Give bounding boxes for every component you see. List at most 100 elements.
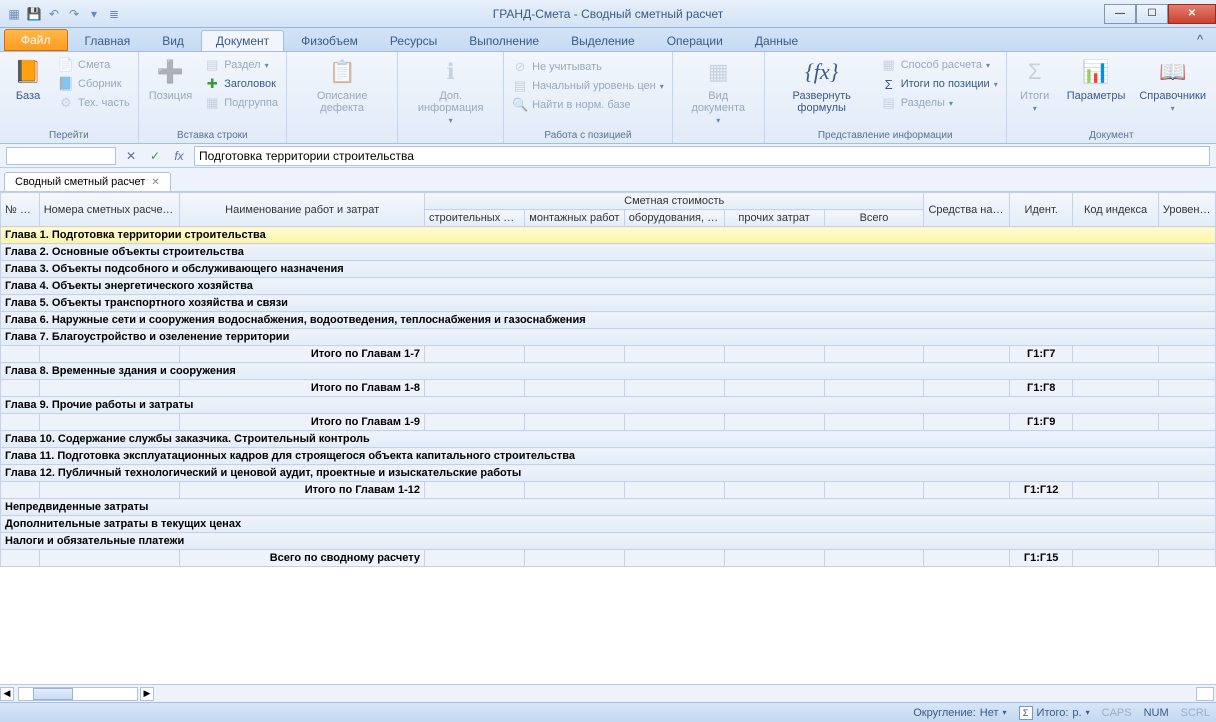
sheet-tabs: Сводный сметный расчет ✕ — [0, 168, 1216, 192]
book-open-icon: 📖 — [1157, 56, 1189, 88]
scroll-thumb[interactable] — [33, 688, 73, 700]
table-row[interactable]: Непредвиденные затраты — [1, 499, 1216, 516]
table-row[interactable]: Глава 7. Благоустройство и озеленение те… — [1, 329, 1216, 346]
col-num[interactable]: № п.п — [1, 193, 40, 227]
table-row[interactable]: Налоги и обязательные платежи — [1, 533, 1216, 550]
close-button[interactable]: ✕ — [1168, 4, 1216, 24]
subgroup-button[interactable]: ▦Подгруппа — [200, 94, 282, 112]
table-row[interactable]: Глава 5. Объекты транспортного хозяйства… — [1, 295, 1216, 312]
window-buttons: — ☐ ✕ — [1104, 4, 1216, 24]
params-button[interactable]: 📊Параметры — [1061, 54, 1132, 104]
status-rounding[interactable]: Округление: Нет ▾ — [913, 707, 1006, 719]
table-row[interactable]: Итого по Главам 1-12Г1:Г12 — [1, 482, 1216, 499]
sections-button[interactable]: ▤Разделы — [877, 94, 1002, 112]
col-ident[interactable]: Идент. — [1010, 193, 1073, 227]
formula-cancel-icon[interactable]: ✕ — [122, 149, 140, 163]
tab-2[interactable]: Документ — [201, 30, 284, 51]
extra-info-button[interactable]: ℹДоп. информация — [402, 54, 499, 127]
sbornik-button[interactable]: 📘Сборник — [54, 75, 134, 93]
section-button[interactable]: ▤Раздел — [200, 56, 282, 74]
itogi-pos-button[interactable]: ΣИтоги по позиции — [877, 75, 1002, 93]
doc-view-button[interactable]: ▦Вид документа — [677, 54, 760, 127]
tab-3[interactable]: Физобъем — [286, 30, 373, 51]
tab-1[interactable]: Вид — [147, 30, 199, 51]
titlebar: ▦ 💾 ↶ ↷ ▾ ≣ ГРАНД-Смета - Сводный сметны… — [0, 0, 1216, 28]
status-itogo[interactable]: Σ Итого: р. ▾ — [1019, 706, 1090, 720]
minimize-button[interactable]: — — [1104, 4, 1136, 24]
col-level[interactable]: Уровень цен — [1158, 193, 1215, 227]
qat-more-icon[interactable]: ≣ — [106, 6, 122, 22]
table-row[interactable]: Глава 11. Подготовка эксплуатационных ка… — [1, 448, 1216, 465]
ribbon-collapse-icon[interactable]: ^ — [1192, 32, 1208, 48]
tab-6[interactable]: Выделение — [556, 30, 650, 51]
table-row[interactable]: Глава 1. Подготовка территории строитель… — [1, 227, 1216, 244]
tab-8[interactable]: Данные — [740, 30, 813, 51]
formula-input[interactable] — [194, 146, 1210, 166]
smeta-button[interactable]: 📄Смета — [54, 56, 134, 74]
table-row[interactable]: Глава 2. Основные объекты строительства — [1, 244, 1216, 261]
scroll-track[interactable] — [18, 687, 138, 701]
skip-icon: ⊘ — [512, 59, 528, 75]
table-row[interactable]: Глава 4. Объекты энергетического хозяйст… — [1, 278, 1216, 295]
tab-file[interactable]: Файл — [4, 29, 68, 51]
table-row[interactable]: Глава 10. Содержание службы заказчика. С… — [1, 431, 1216, 448]
maximize-button[interactable]: ☐ — [1136, 4, 1168, 24]
table-row[interactable]: Всего по сводному расчетуГ1:Г15 — [1, 550, 1216, 567]
formula-accept-icon[interactable]: ✓ — [146, 149, 164, 163]
sheet-tab-active[interactable]: Сводный сметный расчет ✕ — [4, 172, 171, 191]
defect-icon: 📋 — [326, 56, 358, 88]
tab-4[interactable]: Ресурсы — [375, 30, 452, 51]
calc-method-button[interactable]: ▦Способ расчета — [877, 56, 1002, 74]
table-row[interactable]: Глава 6. Наружные сети и сооружения водо… — [1, 312, 1216, 329]
col-cost-group[interactable]: Сметная стоимость — [425, 193, 924, 210]
tab-5[interactable]: Выполнение — [454, 30, 554, 51]
estimate-table[interactable]: № п.п Номера сметных расчетов и смет Наи… — [0, 192, 1216, 567]
col-index[interactable]: Код индекса — [1073, 193, 1159, 227]
qat-redo-icon[interactable]: ↷ — [66, 6, 82, 22]
subgroup-icon: ▦ — [204, 95, 220, 111]
table-row[interactable]: Глава 3. Объекты подсобного и обслуживаю… — [1, 261, 1216, 278]
defect-desc-button[interactable]: 📋Описание дефекта — [291, 54, 393, 116]
table-row[interactable]: Глава 8. Временные здания и сооружения — [1, 363, 1216, 380]
find-norm-button[interactable]: 🔍Найти в норм. базе — [508, 96, 668, 114]
col-montage[interactable]: монтажных работ — [524, 210, 624, 227]
tab-7[interactable]: Операции — [652, 30, 738, 51]
col-estnums[interactable]: Номера сметных расчетов и смет — [39, 193, 180, 227]
book-icon: 📘 — [58, 76, 74, 92]
position-button[interactable]: ➕Позиция — [143, 54, 199, 104]
ribbon-group-insert: ➕Позиция ▤Раздел ✚Заголовок ▦Подгруппа В… — [139, 52, 287, 143]
table-row[interactable]: Глава 9. Прочие работы и затраты — [1, 397, 1216, 414]
base-button[interactable]: 📙База — [4, 54, 52, 104]
horizontal-scrollbar[interactable]: ◀ ▶ — [0, 684, 1216, 702]
col-other[interactable]: прочих затрат — [724, 210, 824, 227]
col-total[interactable]: Всего — [824, 210, 924, 227]
col-name[interactable]: Наименование работ и затрат — [180, 193, 425, 227]
itogi-button[interactable]: ΣИтоги — [1011, 54, 1059, 115]
ribbon-group-document: ΣИтоги 📊Параметры 📖Справочники Документ — [1007, 52, 1216, 143]
skip-button[interactable]: ⊘Не учитывать — [508, 58, 668, 76]
expand-formulas-button[interactable]: {fx}Развернуть формулы — [769, 54, 875, 116]
price-level-button[interactable]: ▤Начальный уровень цен — [508, 77, 668, 95]
tab-0[interactable]: Главная — [70, 30, 146, 51]
col-equip[interactable]: оборудования, мебели, инвентаря — [624, 210, 724, 227]
qat-dropdown-icon[interactable]: ▾ — [86, 6, 102, 22]
col-build[interactable]: строительных работ — [425, 210, 525, 227]
qat-undo-icon[interactable]: ↶ — [46, 6, 62, 22]
close-tab-icon[interactable]: ✕ — [151, 177, 159, 188]
table-row[interactable]: Итого по Главам 1-8Г1:Г8 — [1, 380, 1216, 397]
col-wage[interactable]: Средства на оплату труда — [924, 193, 1010, 227]
formula-bar: ✕ ✓ fx — [0, 144, 1216, 168]
techpart-button[interactable]: ⚙Тех. часть — [54, 94, 134, 112]
scroll-right-icon[interactable]: ▶ — [140, 687, 154, 701]
scroll-left-icon[interactable]: ◀ — [0, 687, 14, 701]
cell-reference-box[interactable] — [6, 147, 116, 165]
table-row[interactable]: Итого по Главам 1-7Г1:Г7 — [1, 346, 1216, 363]
table-row[interactable]: Глава 12. Публичный технологический и це… — [1, 465, 1216, 482]
table-row[interactable]: Итого по Главам 1-9Г1:Г9 — [1, 414, 1216, 431]
table-icon: ▦ — [702, 56, 734, 88]
handbooks-button[interactable]: 📖Справочники — [1133, 54, 1212, 115]
header-button[interactable]: ✚Заголовок — [200, 75, 282, 93]
fx-label[interactable]: fx — [170, 149, 188, 163]
table-row[interactable]: Дополнительные затраты в текущих ценах — [1, 516, 1216, 533]
qat-save-icon[interactable]: 💾 — [26, 6, 42, 22]
